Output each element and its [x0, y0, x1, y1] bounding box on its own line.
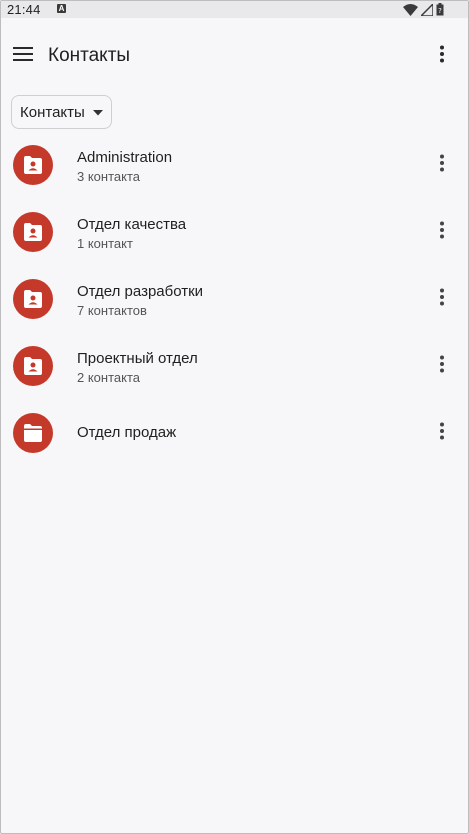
- status-time: 21:44: [7, 2, 41, 17]
- hamburger-menu-icon[interactable]: [9, 40, 37, 68]
- more-vert-icon[interactable]: [428, 40, 456, 68]
- group-name: Administration: [77, 149, 173, 166]
- group-name: Отдел продаж: [77, 424, 177, 441]
- status-bar: 21:44 A ?: [1, 1, 468, 18]
- group-count: 2 контакта: [77, 370, 140, 385]
- list-item[interactable]: Отдел качества 1 контакт: [1, 198, 468, 265]
- group-count: 7 контактов: [77, 303, 147, 318]
- more-vert-icon[interactable]: [430, 419, 454, 443]
- account-filter-dropdown[interactable]: Контакты: [11, 95, 112, 129]
- item-text: Отдел качества 1 контакт: [77, 215, 186, 252]
- more-vert-icon[interactable]: [430, 352, 454, 376]
- folder-user-icon: [13, 145, 53, 185]
- status-icons: ?: [403, 2, 444, 17]
- group-list: Administration 3 контакта Отдел качества…: [1, 131, 468, 466]
- group-count: 3 контакта: [77, 169, 140, 184]
- more-vert-icon[interactable]: [430, 151, 454, 175]
- more-vert-icon[interactable]: [430, 285, 454, 309]
- group-name: Проектный отдел: [77, 350, 198, 367]
- battery-icon: ?: [436, 3, 444, 16]
- wifi-icon: [403, 3, 418, 16]
- group-count: 1 контакт: [77, 236, 133, 251]
- list-item[interactable]: Administration 3 контакта: [1, 131, 468, 198]
- item-text: Проектный отдел 2 контакта: [77, 349, 198, 386]
- list-item[interactable]: Отдел продаж: [1, 399, 468, 466]
- folder-icon: [13, 413, 53, 453]
- signal-icon: [421, 3, 433, 16]
- svg-text:?: ?: [438, 7, 442, 15]
- more-vert-icon[interactable]: [430, 218, 454, 242]
- folder-user-icon: [13, 212, 53, 252]
- folder-user-icon: [13, 346, 53, 386]
- dropdown-selected-value: Контакты: [20, 103, 85, 121]
- app-frame: 21:44 A ? Контакты Контакты Administrati…: [0, 0, 469, 834]
- item-text: Отдел продаж: [77, 423, 176, 442]
- notification-icon: A: [57, 4, 66, 13]
- page-title: Контакты: [48, 45, 131, 66]
- list-item[interactable]: Проектный отдел 2 контакта: [1, 332, 468, 399]
- list-item[interactable]: Отдел разработки 7 контактов: [1, 265, 468, 332]
- item-text: Administration 3 контакта: [77, 148, 172, 185]
- item-text: Отдел разработки 7 контактов: [77, 282, 203, 319]
- toolbar: Контакты: [1, 18, 468, 94]
- dropdown-arrow-icon: [92, 103, 103, 121]
- group-name: Отдел разработки: [77, 283, 204, 300]
- folder-user-icon: [13, 279, 53, 319]
- group-name: Отдел качества: [77, 216, 187, 233]
